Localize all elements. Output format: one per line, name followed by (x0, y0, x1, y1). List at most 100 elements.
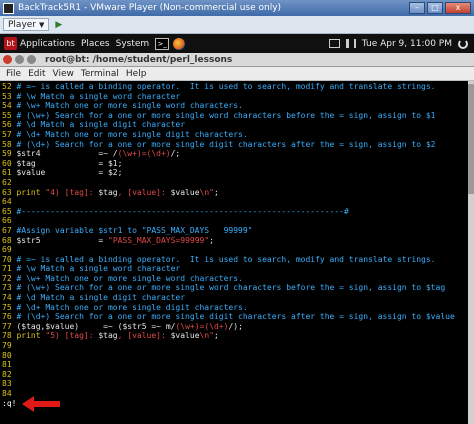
menu-applications[interactable]: Applications (20, 39, 75, 49)
code-line: 75 # \d+ Match one or more single digit … (2, 303, 468, 313)
code-line: 84 (2, 389, 468, 399)
code-token: #---------------------------------------… (16, 206, 349, 216)
player-menu-button[interactable]: Player ▼ (3, 18, 50, 31)
line-number: 60 (2, 158, 12, 168)
menu-terminal[interactable]: Terminal (81, 69, 119, 79)
line-number: 67 (2, 225, 12, 235)
firefox-icon[interactable] (173, 37, 186, 50)
maximize-button[interactable]: □ (427, 2, 443, 14)
code-token: $str4 (16, 149, 41, 159)
code-token: $value (170, 331, 200, 341)
minimize-button[interactable]: – (409, 2, 425, 14)
code-line: 70 # =~ is called a binding operator. It… (2, 255, 468, 265)
line-number: 57 (2, 129, 12, 139)
code-token: , [value]: (117, 331, 171, 341)
code-line: 71 # \w Match a single word character (2, 264, 468, 274)
code-line: 80 (2, 351, 468, 361)
code-line: 77 ($tag,$value) =~ ($str5 =~ m/(\w+)=(\… (2, 322, 468, 332)
code-token: ($tag,$value) (16, 321, 80, 331)
code-token: # \d Match a single digit character (16, 293, 186, 303)
power-icon[interactable] (458, 38, 468, 49)
code-token: # =~ is called a binding operator. It is… (16, 82, 436, 91)
code-token: \n" (199, 187, 214, 197)
code-token: # \w Match a single word character (16, 264, 181, 274)
code-line: 78 print "5) [tag]: $tag, [value]: $valu… (2, 331, 468, 341)
code-lines: 52 # =~ is called a binding operator. It… (2, 82, 468, 399)
vim-command-line[interactable]: :q! (2, 399, 468, 410)
terminal-titlebar: root@bt: /home/student/perl_lessons (0, 53, 474, 67)
line-number: 80 (2, 350, 12, 360)
line-number: 55 (2, 110, 12, 120)
terminal-maximize-icon[interactable] (27, 55, 36, 64)
code-token: ; (213, 331, 219, 341)
clock[interactable]: Tue Apr 9, 11:00 PM (362, 39, 452, 49)
backtrack-logo-icon[interactable]: bt (4, 37, 17, 50)
code-token: # \d+ Match one or more single digit cha… (16, 302, 248, 312)
line-number: 78 (2, 331, 12, 341)
line-number: 71 (2, 264, 12, 274)
close-button[interactable]: x (445, 2, 471, 14)
gnome-panel: bt Applications Places System >_ Tue Apr… (0, 34, 474, 53)
code-token: $value (16, 168, 46, 178)
menu-system[interactable]: System (116, 39, 150, 49)
code-token: "5) [tag]: (40, 331, 99, 341)
code-line: 82 (2, 370, 468, 380)
code-token: /; (170, 149, 181, 159)
line-number: 56 (2, 120, 12, 130)
code-token: =~ / (40, 149, 118, 159)
terminal-minimize-icon[interactable] (15, 55, 24, 64)
line-number: 82 (2, 369, 12, 379)
code-line: 83 (2, 379, 468, 389)
play-icon[interactable]: ▶ (55, 20, 62, 30)
code-token: (\w+)=(\d+) (175, 321, 229, 331)
terminal-close-icon[interactable] (3, 55, 12, 64)
code-line: 57 # \d+ Match one or more single digit … (2, 130, 468, 140)
terminal-title: root@bt: /home/student/perl_lessons (45, 54, 233, 65)
code-token: "4) [tag]: (40, 187, 99, 197)
line-number: 70 (2, 254, 12, 264)
line-number: 69 (2, 245, 12, 255)
menu-file[interactable]: File (6, 69, 21, 79)
menu-help[interactable]: Help (126, 69, 147, 79)
code-token: # \d Match a single digit character (16, 120, 186, 130)
network-icon[interactable] (328, 39, 340, 48)
vmware-app-icon (3, 2, 14, 14)
volume-icon[interactable] (345, 39, 356, 48)
line-number: 63 (2, 187, 12, 197)
terminal-launcher-icon[interactable]: >_ (155, 37, 170, 50)
code-line: 63 print "4) [tag]: $tag, [value]: $valu… (2, 188, 468, 198)
line-number: 58 (2, 139, 12, 149)
code-token: print (16, 331, 41, 341)
code-line: 74 # \d Match a single digit character (2, 293, 468, 303)
line-number: 72 (2, 273, 12, 283)
menu-places[interactable]: Places (81, 39, 110, 49)
line-number: 76 (2, 312, 12, 322)
code-line: 65 #------------------------------------… (2, 207, 468, 217)
code-line: 61 $value = $2; (2, 168, 468, 178)
terminal-editor[interactable]: 52 # =~ is called a binding operator. It… (0, 81, 468, 424)
player-menu-label: Player (8, 19, 37, 30)
code-line: 73 # (\w+) Search for a one or more sing… (2, 283, 468, 293)
line-number: 79 (2, 341, 12, 351)
menu-edit[interactable]: Edit (28, 69, 45, 79)
code-line: 66 (2, 216, 468, 226)
code-token: \n" (199, 331, 214, 341)
code-token: = (40, 235, 108, 245)
line-number: 75 (2, 302, 12, 312)
code-token: #Assign variable $str1 to "PASS_MAX_DAYS… (16, 225, 253, 235)
code-token: ; (209, 235, 214, 245)
code-token: /); (228, 321, 243, 331)
code-token: ; (213, 187, 219, 197)
line-number: 81 (2, 360, 12, 370)
code-token: # =~ is called a binding operator. It is… (16, 254, 436, 264)
scrollbar-thumb[interactable] (468, 84, 474, 194)
code-line: 69 (2, 245, 468, 255)
line-number: 74 (2, 293, 12, 303)
line-number: 84 (2, 389, 12, 398)
code-line: 52 # =~ is called a binding operator. It… (2, 82, 468, 92)
code-line: 56 # \d Match a single digit character (2, 120, 468, 130)
menu-view[interactable]: View (53, 69, 74, 79)
code-token: , [value]: (117, 187, 171, 197)
code-token: =~ m/ (146, 321, 176, 331)
line-number: 62 (2, 177, 12, 187)
